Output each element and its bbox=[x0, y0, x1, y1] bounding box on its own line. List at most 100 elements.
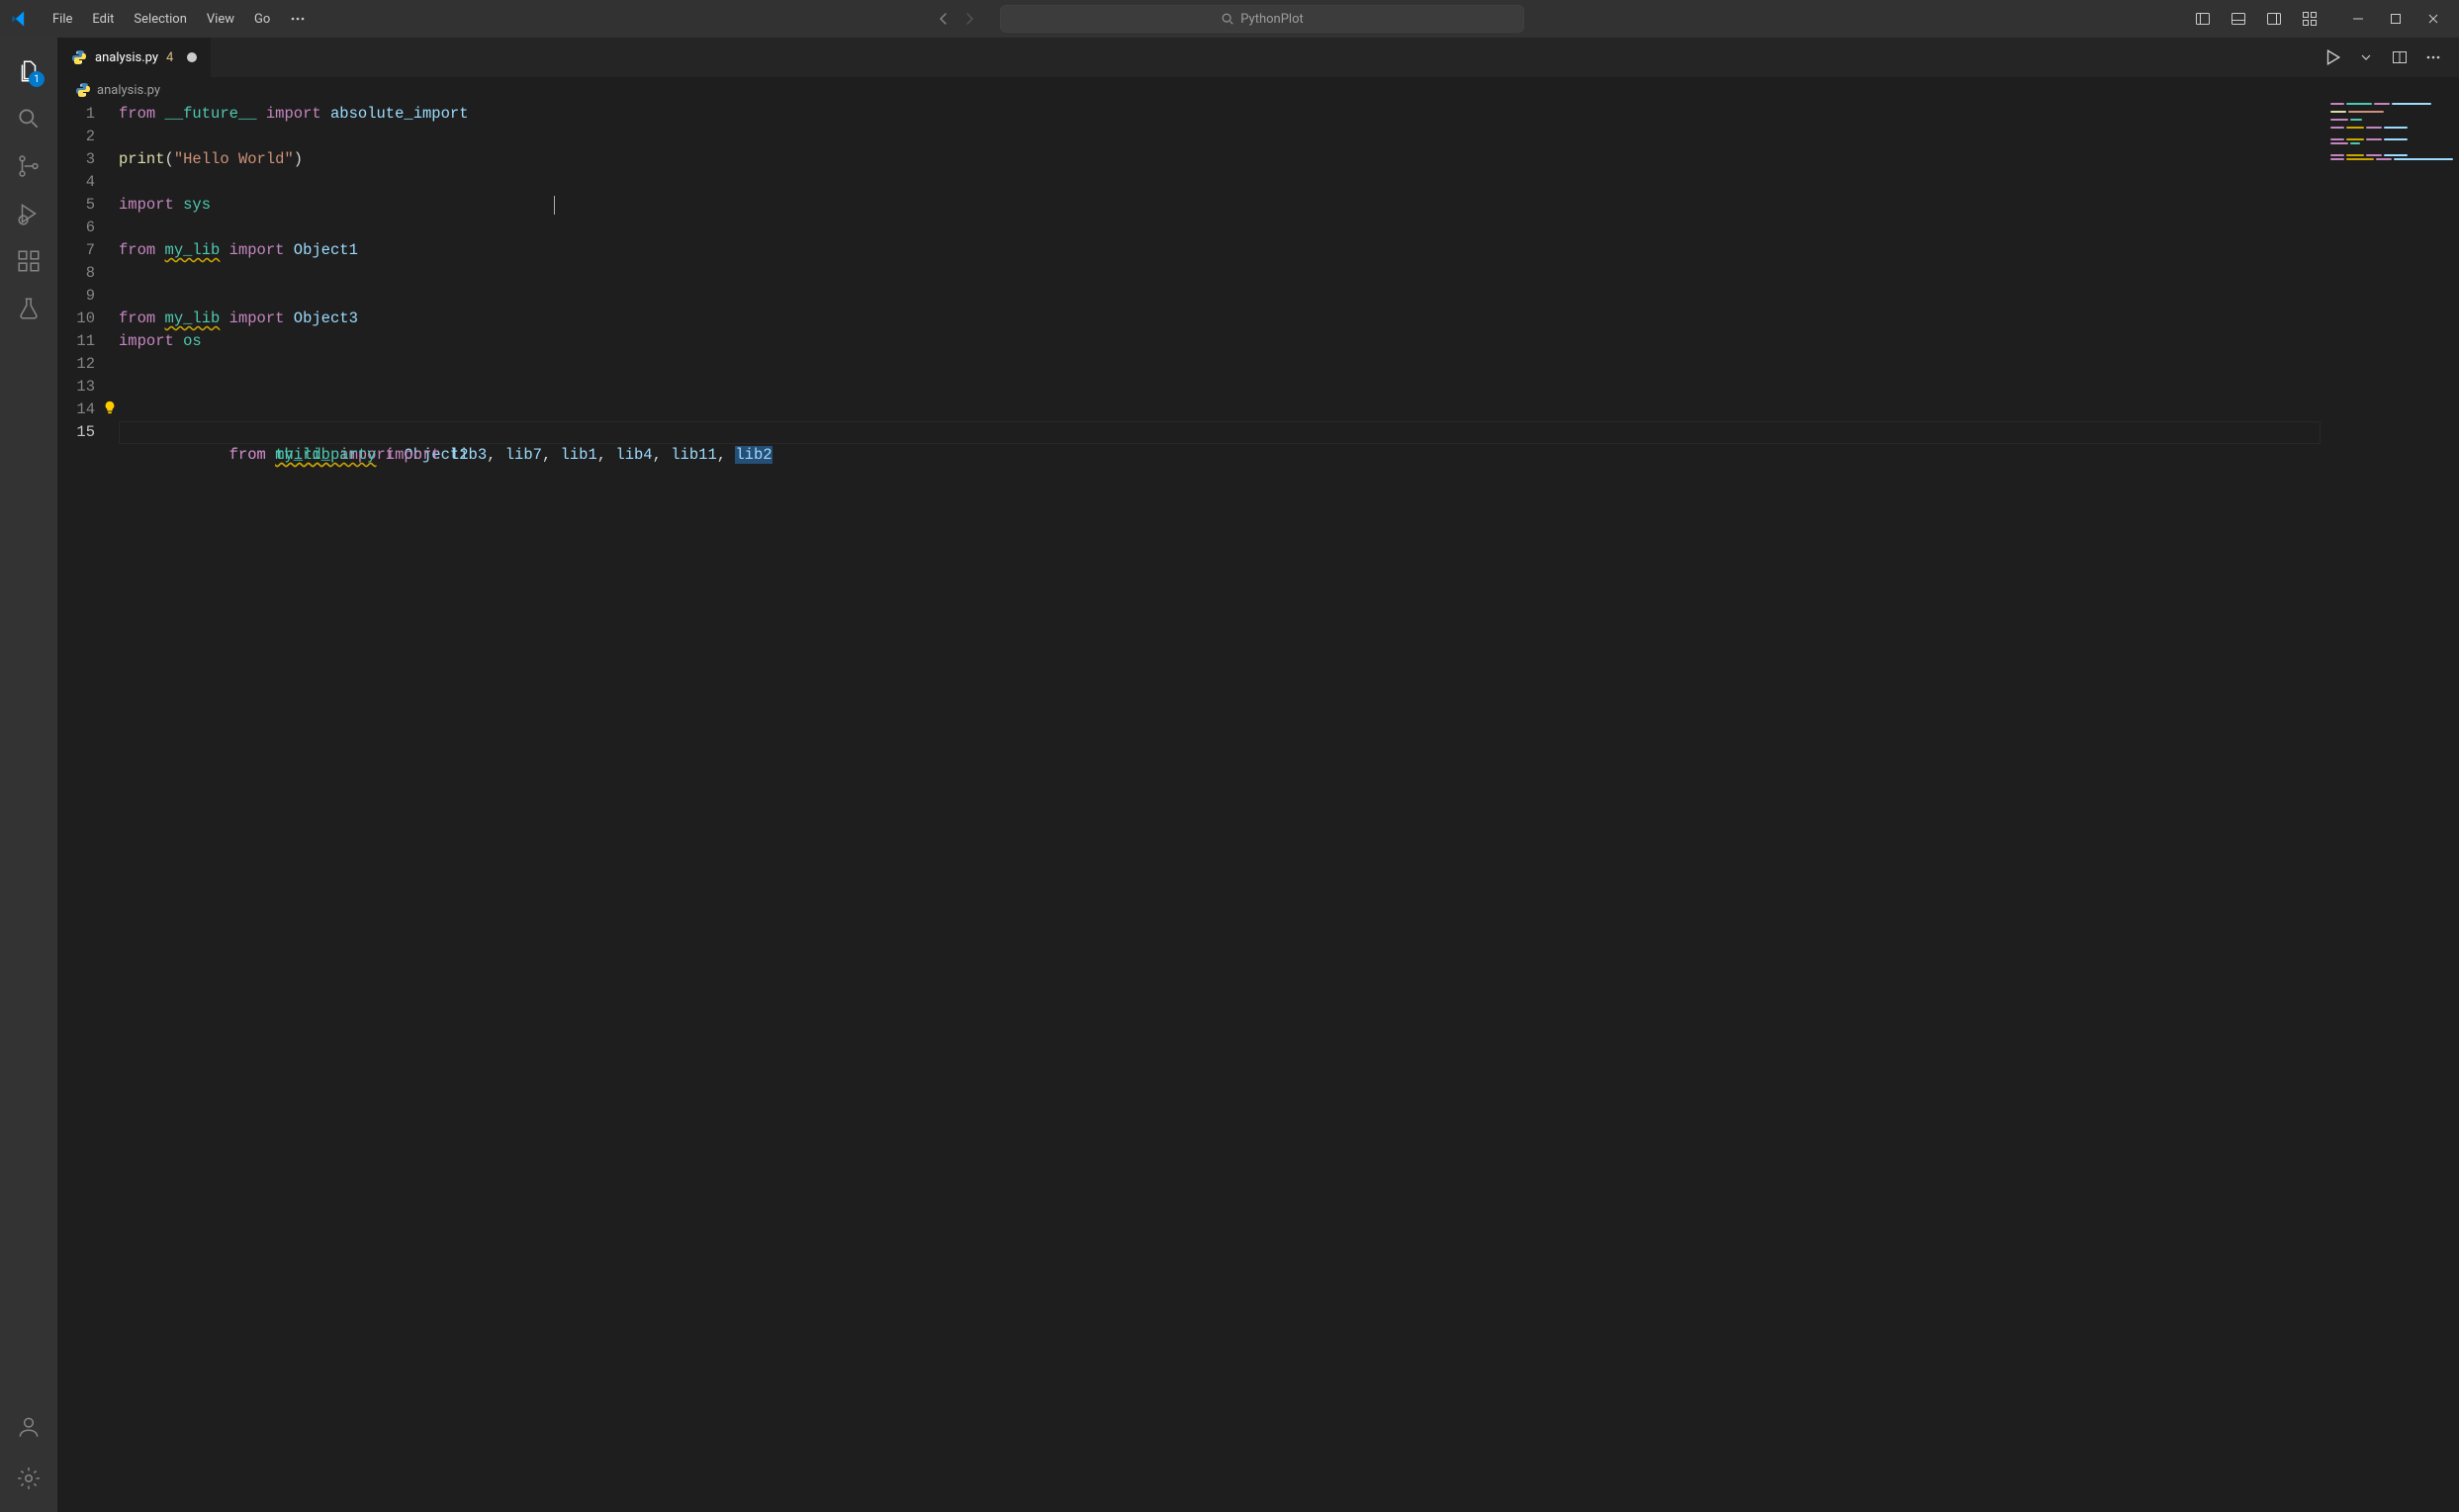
code-line[interactable] bbox=[119, 126, 2321, 148]
tab-dirty-indicator-icon bbox=[187, 52, 197, 62]
token-keyword: import bbox=[119, 196, 174, 214]
window-maximize-icon[interactable] bbox=[2380, 5, 2412, 33]
editor-scroll[interactable]: 1 2 3 4 5 6 7 8 9 10 11 12 13 14 15 bbox=[57, 103, 2459, 1512]
code-line[interactable]: from my_lib import Object1 bbox=[119, 239, 2321, 262]
run-dropdown-icon[interactable] bbox=[2354, 45, 2378, 69]
activity-extensions[interactable] bbox=[5, 237, 52, 285]
line-number: 11 bbox=[57, 330, 95, 353]
code-area[interactable]: from __future__ import absolute_import p… bbox=[119, 103, 2459, 1512]
workbench: 1 bbox=[0, 38, 2459, 1512]
line-number: 2 bbox=[57, 126, 95, 148]
tab-filename: analysis.py bbox=[95, 50, 158, 65]
code-line[interactable]: import sys bbox=[119, 194, 2321, 217]
line-number: 13 bbox=[57, 376, 95, 399]
token-punct: , bbox=[653, 446, 672, 464]
vscode-logo-icon bbox=[8, 7, 32, 31]
code-line[interactable]: from my_lib import Object3 bbox=[119, 308, 2321, 330]
tab-problems-count: 4 bbox=[166, 50, 173, 65]
code-line[interactable]: import os bbox=[119, 330, 2321, 353]
code-line[interactable]: from my_lib import Object2 bbox=[119, 399, 2321, 421]
layout-sidebar-right-icon[interactable] bbox=[2261, 6, 2287, 32]
explorer-badge: 1 bbox=[29, 71, 45, 87]
token-identifier: lib3 bbox=[450, 446, 487, 464]
titlebar-right bbox=[2190, 5, 2451, 33]
token-identifier: Object1 bbox=[294, 241, 358, 259]
editor-tab-analysis[interactable]: analysis.py 4 bbox=[57, 38, 212, 77]
activity-explorer[interactable]: 1 bbox=[5, 47, 52, 95]
token-identifier: lib1 bbox=[561, 446, 597, 464]
activity-settings[interactable] bbox=[5, 1455, 52, 1502]
layout-panel-icon[interactable] bbox=[2226, 6, 2251, 32]
editor-more-icon[interactable] bbox=[2421, 45, 2445, 69]
token-keyword: from bbox=[119, 310, 155, 327]
menu-file[interactable]: File bbox=[44, 6, 81, 33]
token-keyword: import bbox=[229, 310, 285, 327]
breadcrumb-filename: analysis.py bbox=[97, 83, 160, 98]
code-line[interactable] bbox=[119, 171, 2321, 194]
code-line[interactable]: from __future__ import absolute_import bbox=[119, 103, 2321, 126]
line-number: 8 bbox=[57, 262, 95, 285]
token-identifier: lib7 bbox=[505, 446, 542, 464]
line-number: 15 bbox=[57, 421, 95, 444]
python-file-icon bbox=[75, 82, 91, 98]
layout-sidebar-left-icon[interactable] bbox=[2190, 6, 2216, 32]
minimap-row bbox=[2328, 142, 2459, 145]
titlebar-center: PythonPlot bbox=[935, 5, 1524, 33]
nav-arrows bbox=[935, 10, 978, 28]
token-punct: , bbox=[597, 446, 616, 464]
command-center-search[interactable]: PythonPlot bbox=[1000, 5, 1524, 33]
menu-go[interactable]: Go bbox=[245, 6, 279, 33]
window-controls bbox=[2342, 5, 2449, 33]
activity-testing[interactable] bbox=[5, 285, 52, 332]
code-line[interactable] bbox=[119, 376, 2321, 399]
python-file-icon bbox=[71, 49, 87, 65]
run-file-icon[interactable] bbox=[2321, 45, 2344, 69]
beaker-icon bbox=[16, 296, 42, 321]
activity-run-debug[interactable] bbox=[5, 190, 52, 237]
title-bar: File Edit Selection View Go PythonPlot bbox=[0, 0, 2459, 38]
line-number: 7 bbox=[57, 239, 95, 262]
minimap[interactable] bbox=[2328, 103, 2459, 1512]
code-line[interactable] bbox=[119, 285, 2321, 308]
nav-forward-icon[interactable] bbox=[960, 10, 978, 28]
minimap-row bbox=[2328, 119, 2459, 122]
line-number-gutter: 1 2 3 4 5 6 7 8 9 10 11 12 13 14 15 bbox=[57, 103, 119, 1512]
menu-selection[interactable]: Selection bbox=[125, 6, 195, 33]
token-function: print bbox=[119, 150, 165, 168]
code-line[interactable] bbox=[119, 217, 2321, 239]
code-line[interactable] bbox=[119, 262, 2321, 285]
code-line-current[interactable]: from third_party import lib3, lib7, lib1… bbox=[119, 421, 2321, 444]
editor-body: 1 2 3 4 5 6 7 8 9 10 11 12 13 14 15 bbox=[57, 103, 2459, 1512]
account-icon bbox=[16, 1414, 42, 1440]
token-module-warning: my_lib bbox=[165, 241, 221, 259]
layout-customize-icon[interactable] bbox=[2297, 6, 2322, 32]
split-editor-icon[interactable] bbox=[2388, 45, 2412, 69]
token-keyword: import bbox=[119, 332, 174, 350]
window-minimize-icon[interactable] bbox=[2342, 5, 2374, 33]
code-line[interactable]: print("Hello World") bbox=[119, 148, 2321, 171]
activity-search[interactable] bbox=[5, 95, 52, 142]
token-module: sys bbox=[183, 196, 211, 214]
token-identifier: lib4 bbox=[615, 446, 652, 464]
search-placeholder-text: PythonPlot bbox=[1240, 12, 1303, 27]
token-identifier: Object3 bbox=[294, 310, 358, 327]
minimap-row bbox=[2328, 134, 2459, 137]
menu-overflow-icon[interactable] bbox=[281, 5, 315, 33]
nav-back-icon[interactable] bbox=[935, 10, 953, 28]
line-number: 5 bbox=[57, 194, 95, 217]
line-number: 9 bbox=[57, 285, 95, 308]
token-keyword: from bbox=[119, 241, 155, 259]
editor-actions bbox=[2321, 38, 2459, 77]
token-keyword: import bbox=[266, 105, 321, 123]
line-number: 1 bbox=[57, 103, 95, 126]
lightbulb-icon[interactable] bbox=[103, 400, 119, 416]
activity-source-control[interactable] bbox=[5, 142, 52, 190]
menu-edit[interactable]: Edit bbox=[83, 6, 123, 33]
token-punct: , bbox=[487, 446, 505, 464]
minimap-row bbox=[2328, 138, 2459, 141]
breadcrumbs[interactable]: analysis.py bbox=[57, 77, 2459, 103]
code-line[interactable] bbox=[119, 353, 2321, 376]
activity-accounts[interactable] bbox=[5, 1403, 52, 1451]
menu-view[interactable]: View bbox=[198, 6, 243, 33]
window-close-icon[interactable] bbox=[2417, 5, 2449, 33]
